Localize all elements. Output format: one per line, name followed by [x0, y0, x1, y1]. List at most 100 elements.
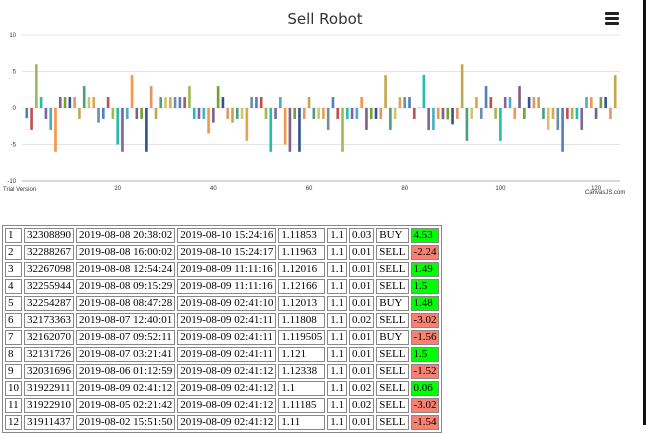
bar[interactable]	[207, 108, 210, 134]
bar[interactable]	[264, 108, 268, 119]
bar[interactable]	[575, 108, 579, 119]
bar[interactable]	[178, 97, 182, 108]
bar[interactable]	[106, 97, 110, 108]
bar[interactable]	[465, 108, 469, 141]
bar[interactable]	[489, 97, 493, 108]
bar[interactable]	[432, 108, 435, 131]
bar[interactable]	[25, 108, 29, 119]
bar[interactable]	[183, 97, 186, 108]
bar[interactable]	[135, 108, 139, 119]
bar[interactable]	[523, 108, 526, 119]
bar[interactable]	[556, 108, 560, 130]
bar[interactable]	[384, 75, 387, 108]
bar[interactable]	[446, 108, 450, 120]
bar[interactable]	[379, 108, 383, 119]
bar[interactable]	[121, 108, 124, 152]
bar[interactable]	[518, 86, 521, 108]
vertical-scrollbar[interactable]	[643, 0, 650, 425]
bar[interactable]	[312, 108, 316, 119]
bar[interactable]	[503, 97, 507, 108]
bar[interactable]	[484, 86, 488, 108]
bar[interactable]	[436, 108, 440, 120]
bar[interactable]	[542, 108, 545, 119]
bar[interactable]	[49, 108, 53, 130]
bar[interactable]	[479, 108, 483, 119]
bar[interactable]	[111, 108, 115, 119]
bar[interactable]	[322, 108, 325, 119]
bar[interactable]	[87, 97, 91, 108]
bar[interactable]	[412, 108, 416, 119]
bar[interactable]	[527, 97, 531, 108]
bar[interactable]	[374, 108, 378, 119]
bar[interactable]	[422, 74, 426, 108]
bar[interactable]	[245, 108, 249, 141]
bar[interactable]	[159, 97, 163, 108]
bar[interactable]	[609, 108, 612, 119]
bar[interactable]	[570, 108, 574, 119]
bar[interactable]	[475, 97, 478, 108]
bar[interactable]	[212, 108, 215, 123]
bar[interactable]	[54, 108, 57, 152]
bar[interactable]	[403, 97, 407, 108]
bar[interactable]	[537, 97, 540, 108]
bar[interactable]	[92, 97, 96, 108]
bar[interactable]	[566, 108, 569, 119]
bar[interactable]	[499, 108, 502, 141]
bar[interactable]	[599, 97, 603, 108]
bar[interactable]	[154, 108, 158, 119]
bar[interactable]	[441, 108, 445, 120]
bar[interactable]	[513, 108, 517, 119]
bar[interactable]	[250, 97, 253, 108]
bar[interactable]	[82, 86, 86, 108]
bar[interactable]	[283, 108, 287, 145]
bar[interactable]	[360, 97, 363, 108]
bar[interactable]	[192, 108, 196, 119]
bar[interactable]	[73, 97, 76, 108]
bar[interactable]	[202, 108, 206, 119]
bar[interactable]	[331, 97, 335, 108]
bar[interactable]	[149, 86, 153, 108]
scrollbar-thumb[interactable]	[643, 0, 646, 425]
bar[interactable]	[293, 108, 297, 119]
bar[interactable]	[173, 97, 177, 108]
bar[interactable]	[269, 108, 273, 152]
bar[interactable]	[532, 97, 536, 108]
bar[interactable]	[279, 97, 282, 108]
bar[interactable]	[274, 108, 277, 119]
bar[interactable]	[307, 97, 311, 108]
bar[interactable]	[546, 108, 550, 130]
bar[interactable]	[326, 108, 330, 130]
bar[interactable]	[116, 108, 119, 145]
bar[interactable]	[451, 108, 454, 125]
bar[interactable]	[456, 108, 459, 119]
bar[interactable]	[398, 97, 402, 108]
bar[interactable]	[188, 86, 191, 108]
bar[interactable]	[125, 108, 129, 119]
bar[interactable]	[561, 108, 564, 152]
bar[interactable]	[35, 64, 38, 108]
bar[interactable]	[39, 97, 43, 108]
bar[interactable]	[365, 108, 368, 130]
bar[interactable]	[345, 108, 349, 119]
bar[interactable]	[288, 108, 292, 152]
bar[interactable]	[408, 97, 411, 108]
bar[interactable]	[551, 108, 555, 119]
bar[interactable]	[44, 108, 48, 119]
bar[interactable]	[494, 108, 497, 119]
bar[interactable]	[508, 97, 512, 108]
bar[interactable]	[336, 108, 340, 119]
bar[interactable]	[298, 108, 301, 152]
bar[interactable]	[240, 108, 244, 119]
bar[interactable]	[58, 97, 62, 108]
bar[interactable]	[604, 97, 607, 108]
bar[interactable]	[427, 108, 430, 131]
bar[interactable]	[302, 108, 306, 119]
bar[interactable]	[470, 108, 474, 119]
bar[interactable]	[30, 108, 33, 130]
bar[interactable]	[140, 108, 143, 119]
bar[interactable]	[102, 108, 105, 119]
bar[interactable]	[221, 97, 225, 108]
bar[interactable]	[231, 108, 234, 123]
bar[interactable]	[580, 108, 584, 130]
bar[interactable]	[417, 107, 421, 109]
